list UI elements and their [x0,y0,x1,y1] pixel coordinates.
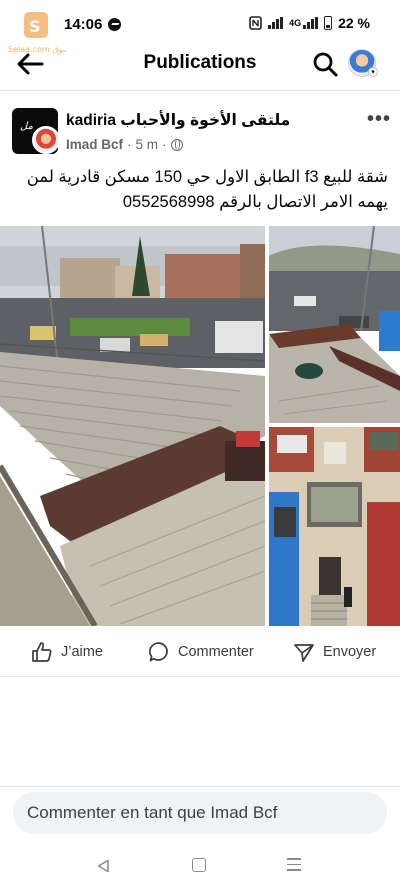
network-type: 4G [289,18,302,28]
battery-icon [324,16,333,30]
meta-separator: · [162,137,167,152]
like-button[interactable]: J’aime [31,641,103,663]
system-nav-bar [0,845,400,890]
post-photo-3[interactable] [269,427,400,626]
speech-bubble-icon [148,642,168,662]
comment-input[interactable]: Commenter en tant que Imad Bcf [13,792,387,834]
messenger-icon [108,18,121,31]
battery-level: 22 % [338,15,370,31]
nfc-icon [249,16,262,30]
profile-menu-button[interactable]: ▾ [348,49,380,79]
post-text: شقة للبيع f3 الطابق الاول حي 150 مسكن قا… [26,168,388,211]
post-author[interactable]: Imad Bcf [66,137,123,152]
comment-label: Commenter [178,644,254,660]
globe-icon [170,138,183,151]
divider [0,676,400,677]
search-icon[interactable] [311,50,339,78]
divider [0,786,400,787]
roof-view-photo [269,226,400,423]
nav-home-icon[interactable] [192,858,206,872]
signal-icon-2 [303,17,319,29]
author-avatar[interactable] [32,126,60,154]
nav-recents-icon[interactable] [287,858,301,872]
send-icon [294,644,314,662]
street-and-roof-photo [0,226,265,626]
group-avatar-logo: مل [20,121,33,132]
photo-grid [0,226,400,626]
like-label: J’aime [61,644,103,660]
post-meta: Imad Bcf · 5 m · [66,137,183,152]
status-bar: S Selaa.com سوق 14:06 4G 22 % [0,0,400,54]
share-label: Envoyer [323,644,377,660]
nav-back-icon[interactable] [96,859,110,873]
post-photo-2[interactable] [269,226,400,423]
post-photo-main[interactable] [0,226,265,626]
chevron-down-icon: ▾ [368,67,378,77]
status-indicators: 4G 22 % [249,15,370,31]
page-title: Publications [143,52,257,73]
app-header: Publications ▾ [0,44,400,84]
group-name[interactable]: ملتقى الأخوة والأحباب kadiria [66,111,290,130]
more-horizontal-icon[interactable]: ••• [367,108,391,131]
thumbs-up-icon [32,642,52,662]
divider [0,90,400,91]
building-facade-photo [269,427,400,626]
status-time: 14:06 [64,16,103,33]
post-actions: J’aime Commenter Envoyer [0,630,400,676]
post-time[interactable]: 5 m [136,137,159,152]
svg-text:S: S [29,17,41,36]
share-button[interactable]: Envoyer [293,641,376,663]
meta-separator: · [127,137,132,152]
signal-icon [268,17,284,29]
comment-button[interactable]: Commenter [148,641,254,663]
